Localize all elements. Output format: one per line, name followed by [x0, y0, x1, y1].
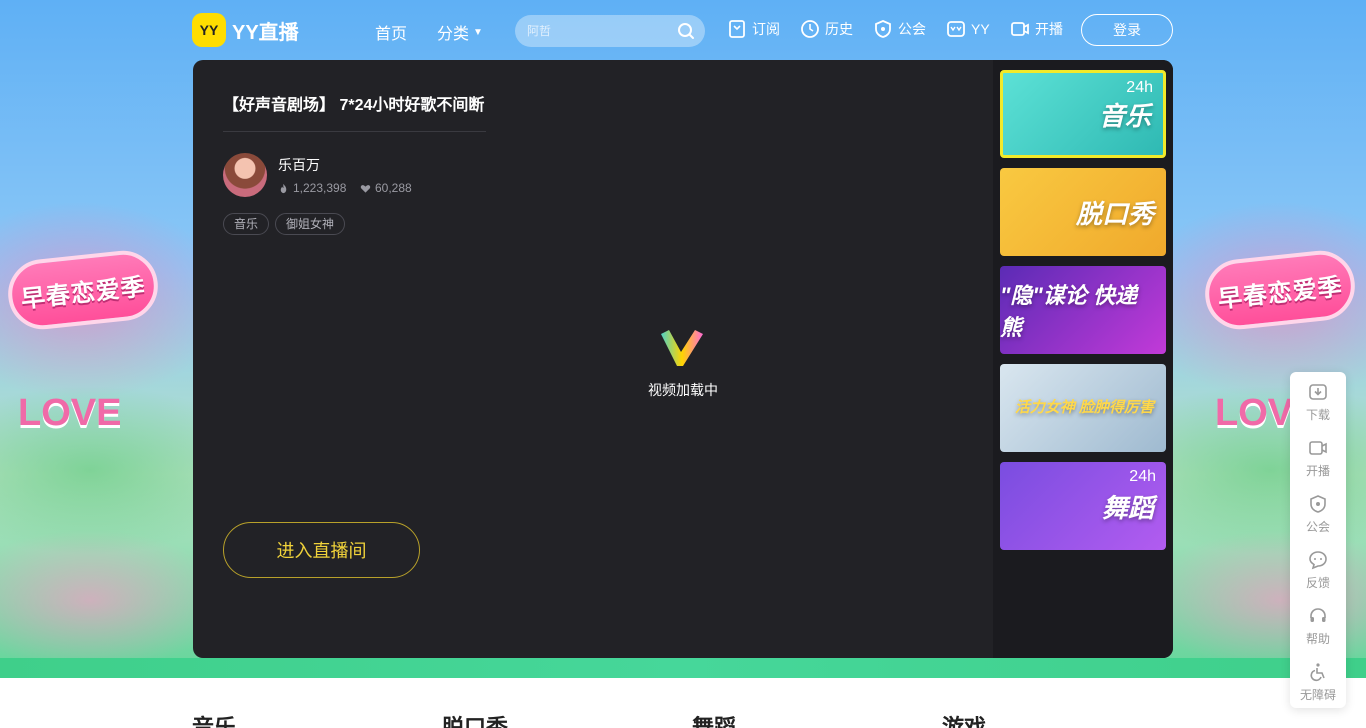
shield-icon [875, 20, 891, 38]
clock-icon [801, 20, 819, 38]
nav-guild[interactable]: 公会 [873, 19, 926, 39]
shield-icon [1310, 494, 1326, 513]
top-header: YY YY直播 首页 分类 ▼ 订阅 历史 公会 [0, 0, 1366, 60]
view-count-value: 1,223,398 [293, 181, 347, 195]
tag-queen[interactable]: 御姐女神 [275, 213, 346, 235]
wheelchair-icon [1310, 662, 1325, 681]
sidebar-item-help[interactable]: 帮助 [1290, 598, 1346, 654]
loading-text: 视频加载中 [648, 382, 718, 398]
sidebar-item-label: 帮助 [1305, 631, 1330, 646]
sidebar-item-guild[interactable]: 公会 [1290, 486, 1346, 542]
nav-guild-label: 公会 [898, 21, 926, 37]
nav-history[interactable]: 历史 [800, 19, 853, 39]
tag-music[interactable]: 音乐 [223, 213, 270, 235]
nav-yy-label: YY [971, 21, 990, 37]
room-title[interactable]: 【好声音剧场】 7*24小时好歌不间断 [223, 91, 488, 115]
avatar[interactable] [223, 153, 267, 197]
sidebar-item-accessibility[interactable]: 无障碍 [1290, 654, 1346, 710]
login-button[interactable]: 登录 [1081, 14, 1173, 46]
thumbnail-label: 音乐 [1098, 100, 1151, 131]
live-preview-panel: 【好声音剧场】 7*24小时好歌不间断 乐百万 1,223,398 60,288… [193, 60, 1173, 658]
yy-icon [947, 21, 965, 37]
floating-sidebar: 下载 开播 公会 反馈 帮助 无障碍 [1290, 372, 1346, 708]
search-box [515, 15, 705, 47]
bottom-strip [0, 658, 1366, 678]
view-count: 1,223,398 [278, 181, 346, 195]
thumbnail-label: 活力女神 脸肿得厉害 [1014, 399, 1154, 416]
nav-subscribe[interactable]: 订阅 [727, 19, 780, 39]
thumbnail-label: "隐"谋论 快递熊 [1000, 283, 1137, 340]
nav-history-label: 历史 [825, 21, 853, 37]
thumbnail-list: 24h 音乐 脱口秀 "隐"谋论 快递熊 活力女神 脸肿得厉害 24h 舞蹈 [993, 60, 1173, 658]
sidebar-item-label: 开播 [1305, 463, 1330, 478]
chat-bubble-icon [1309, 550, 1327, 569]
heart-icon [360, 184, 371, 193]
streamer-name[interactable]: 乐百万 [278, 155, 320, 175]
thumbnail-item[interactable]: 活力女神 脸肿得厉害 [1000, 364, 1166, 452]
sidebar-item-label: 反馈 [1305, 575, 1330, 590]
category-heading-dance[interactable]: 舞蹈 [692, 710, 736, 728]
category-heading-games[interactable]: 游戏 [942, 710, 986, 728]
nav-live[interactable]: 开播 [1010, 19, 1063, 39]
nav-live-label: 开播 [1035, 21, 1063, 37]
sidebar-item-feedback[interactable]: 反馈 [1290, 542, 1346, 598]
thumbnail-badge: 24h [1129, 468, 1156, 485]
chevron-down-icon: ▼ [473, 26, 483, 38]
like-count: 60,288 [360, 181, 412, 195]
thumbnail-item[interactable]: "隐"谋论 快递熊 [1000, 266, 1166, 354]
nav-home[interactable]: 首页 [375, 20, 407, 44]
search-input[interactable] [527, 22, 667, 40]
thumbnail-item[interactable]: 脱口秀 [1000, 168, 1166, 256]
video-camera-icon [1011, 22, 1029, 36]
loading-logo-icon [661, 330, 703, 366]
logo[interactable]: YY YY直播 [192, 12, 316, 48]
download-icon [1309, 383, 1327, 400]
logo-text: YY直播 [232, 21, 299, 44]
category-heading-talkshow[interactable]: 脱口秀 [442, 710, 508, 728]
thumbnail-item[interactable]: 24h 音乐 [1000, 70, 1166, 158]
like-count-value: 60,288 [375, 181, 412, 195]
thumbnail-label: 舞蹈 [1101, 492, 1154, 523]
enter-room-button[interactable]: 进入直播间 [223, 522, 420, 578]
sidebar-item-label: 无障碍 [1299, 687, 1336, 702]
logo-badge: YY [192, 13, 226, 47]
nav-subscribe-label: 订阅 [752, 21, 780, 37]
headset-icon [1310, 607, 1326, 622]
divider [223, 131, 486, 132]
sidebar-item-label: 下载 [1305, 407, 1330, 422]
thumbnail-badge: 24h [1126, 79, 1153, 96]
category-heading-music[interactable]: 音乐 [192, 710, 236, 728]
sidebar-item-live[interactable]: 开播 [1290, 430, 1346, 486]
search-icon[interactable] [676, 21, 696, 41]
thumbnail-label: 脱口秀 [1075, 198, 1154, 229]
fire-icon [280, 183, 287, 193]
bookmark-icon [729, 20, 745, 38]
sidebar-item-label: 公会 [1305, 519, 1330, 534]
nav-category-label: 分类 [437, 26, 470, 43]
promo-love-left: LOVE [18, 392, 122, 434]
thumbnail-item[interactable]: 24h 舞蹈 [1000, 462, 1166, 550]
video-camera-icon [1309, 440, 1327, 455]
sidebar-item-download[interactable]: 下载 [1290, 374, 1346, 430]
nav-yy[interactable]: YY [946, 19, 990, 39]
nav-category[interactable]: 分类 ▼ [437, 20, 483, 44]
